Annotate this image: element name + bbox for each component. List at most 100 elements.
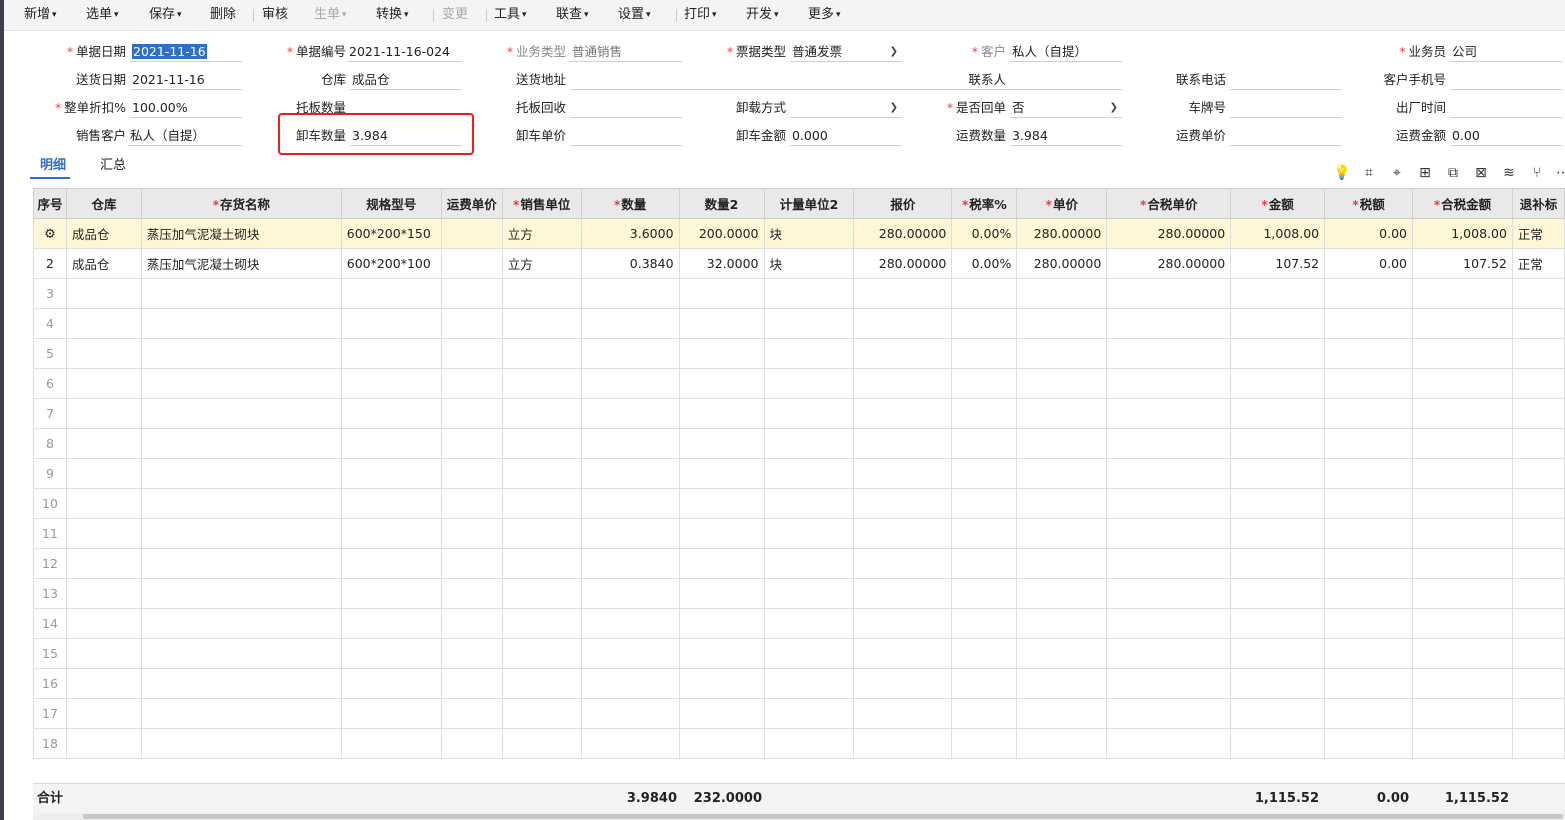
empty-cell[interactable] — [678, 398, 765, 429]
cell-tax-price[interactable]: 280.00000 — [1106, 218, 1232, 249]
empty-cell[interactable] — [140, 698, 342, 729]
empty-cell[interactable] — [1324, 368, 1413, 399]
empty-cell[interactable] — [1324, 308, 1413, 339]
empty-cell[interactable] — [853, 548, 953, 579]
empty-cell[interactable] — [501, 518, 582, 549]
empty-cell[interactable] — [1511, 278, 1565, 309]
empty-cell[interactable] — [1324, 338, 1413, 369]
empty-cell[interactable] — [763, 518, 855, 549]
empty-cell[interactable] — [580, 428, 680, 459]
cell-spec[interactable]: 600*200*100 — [340, 248, 442, 279]
empty-cell[interactable] — [65, 458, 142, 489]
toolbar-button-10[interactable]: 设置 ▾ — [618, 0, 651, 30]
empty-cell[interactable] — [1511, 428, 1565, 459]
empty-cell[interactable] — [763, 638, 855, 669]
empty-cell[interactable] — [1230, 698, 1326, 729]
empty-cell[interactable] — [1230, 458, 1326, 489]
empty-cell[interactable] — [853, 428, 953, 459]
empty-cell[interactable] — [678, 368, 765, 399]
empty-cell[interactable] — [678, 728, 765, 759]
tab-detail[interactable]: 明细 — [40, 155, 66, 177]
empty-cell[interactable] — [951, 458, 1018, 489]
empty-cell[interactable] — [140, 278, 342, 309]
empty-cell[interactable] — [678, 668, 765, 699]
empty-cell[interactable] — [678, 338, 765, 369]
empty-cell[interactable] — [853, 668, 953, 699]
empty-cell[interactable] — [763, 548, 855, 579]
salesman-field[interactable]: 公司 — [1450, 42, 1562, 62]
empty-cell[interactable] — [65, 578, 142, 609]
empty-cell[interactable] — [1106, 728, 1232, 759]
row-index[interactable]: ⚙ — [33, 218, 67, 249]
cell-unit2[interactable]: 块 — [763, 248, 855, 279]
unload-method-select[interactable]: ❯ — [790, 98, 902, 118]
cell-freight[interactable] — [440, 248, 503, 279]
empty-cell[interactable] — [1412, 338, 1513, 369]
empty-cell[interactable] — [65, 488, 142, 519]
empty-cell[interactable] — [1016, 368, 1108, 399]
split-icon[interactable]: ⑂ — [1529, 165, 1545, 181]
empty-cell[interactable] — [440, 338, 503, 369]
empty-cell[interactable] — [951, 278, 1018, 309]
empty-cell[interactable] — [501, 398, 582, 429]
empty-cell[interactable] — [1230, 638, 1326, 669]
cell-tax-price[interactable]: 280.00000 — [1106, 248, 1232, 279]
empty-cell[interactable] — [580, 338, 680, 369]
more-icon[interactable]: ⋯ — [1555, 165, 1565, 181]
empty-cell[interactable] — [1230, 338, 1326, 369]
empty-cell[interactable] — [1106, 458, 1232, 489]
cell-tax-rate[interactable]: 0.00% — [951, 218, 1018, 249]
empty-cell[interactable] — [951, 638, 1018, 669]
empty-cell[interactable] — [763, 578, 855, 609]
empty-cell[interactable] — [1412, 398, 1513, 429]
empty-cell[interactable] — [1324, 638, 1413, 669]
empty-cell[interactable] — [65, 698, 142, 729]
empty-cell[interactable] — [580, 368, 680, 399]
column-header[interactable]: 退补标 — [1511, 188, 1565, 219]
empty-cell[interactable] — [501, 278, 582, 309]
empty-cell[interactable] — [440, 458, 503, 489]
empty-cell[interactable] — [580, 488, 680, 519]
empty-cell[interactable] — [1230, 368, 1326, 399]
empty-cell[interactable] — [1412, 578, 1513, 609]
empty-cell[interactable] — [1106, 308, 1232, 339]
empty-cell[interactable] — [678, 608, 765, 639]
empty-cell[interactable] — [580, 728, 680, 759]
customer-field[interactable]: 私人（自提） — [1010, 42, 1122, 62]
empty-cell[interactable] — [501, 428, 582, 459]
toolbar-button-2[interactable]: 保存 ▾ — [149, 0, 182, 30]
empty-cell[interactable] — [340, 398, 442, 429]
cell-amount[interactable]: 1,008.00 — [1230, 218, 1326, 249]
empty-cell[interactable] — [140, 518, 342, 549]
empty-cell[interactable] — [1230, 578, 1326, 609]
empty-cell[interactable] — [1016, 608, 1108, 639]
empty-cell[interactable] — [340, 698, 442, 729]
empty-cell[interactable] — [340, 638, 442, 669]
empty-cell[interactable] — [501, 638, 582, 669]
empty-cell[interactable] — [951, 488, 1018, 519]
empty-cell[interactable] — [440, 548, 503, 579]
column-header[interactable]: *合税金额 — [1412, 188, 1513, 219]
empty-cell[interactable] — [678, 488, 765, 519]
empty-cell[interactable] — [340, 368, 442, 399]
empty-cell[interactable] — [340, 668, 442, 699]
empty-cell[interactable] — [1511, 608, 1565, 639]
cell-name[interactable]: 蒸压加气泥凝土砌块 — [140, 248, 342, 279]
freight-qty-field[interactable]: 3.984 — [1010, 126, 1122, 146]
column-header[interactable]: *合税单价 — [1106, 188, 1232, 219]
empty-cell[interactable] — [580, 398, 680, 429]
empty-cell[interactable] — [763, 608, 855, 639]
empty-cell[interactable] — [1106, 368, 1232, 399]
empty-cell[interactable] — [1230, 488, 1326, 519]
empty-cell[interactable] — [440, 368, 503, 399]
empty-cell[interactable] — [140, 398, 342, 429]
empty-cell[interactable] — [678, 518, 765, 549]
empty-cell[interactable] — [65, 608, 142, 639]
table-row[interactable]: 13 — [33, 578, 1565, 609]
delete-row-icon[interactable]: ⊠ — [1473, 165, 1489, 181]
empty-cell[interactable] — [1016, 278, 1108, 309]
empty-cell[interactable] — [763, 278, 855, 309]
invoice-type-select[interactable]: 普通发票 ❯ — [790, 42, 902, 62]
empty-cell[interactable] — [1230, 278, 1326, 309]
empty-cell[interactable] — [1016, 338, 1108, 369]
